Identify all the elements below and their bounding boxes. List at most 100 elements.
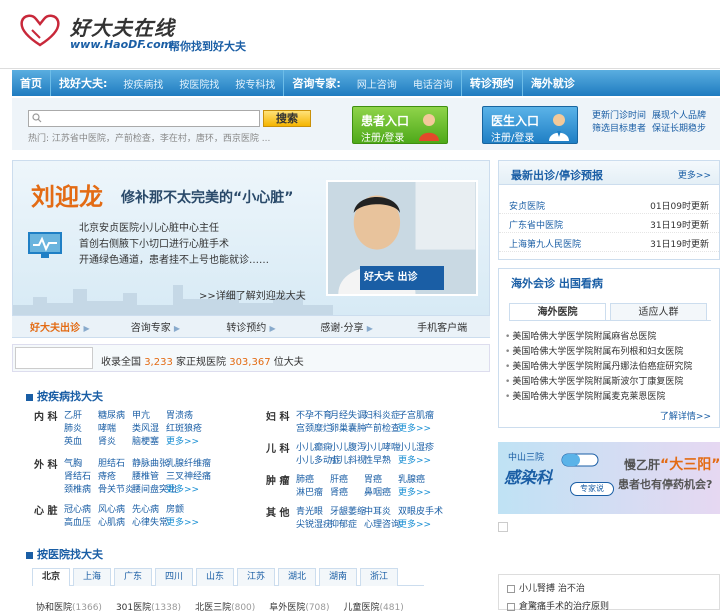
more-link[interactable]: 更多>> [398,453,431,466]
doctor-photo[interactable]: 好大夫 出诊 [326,180,478,296]
schedule-row[interactable]: 上海第九人民医院 31日19时更新 [499,233,719,252]
disease-link[interactable]: 乙肝 [64,408,82,421]
tab-consult[interactable]: 咨询专家 ▶ [108,319,204,334]
nav-home[interactable]: 首页 [12,75,50,91]
disease-link[interactable]: 小儿哮喘 [364,440,400,453]
overseas-hospital-item[interactable]: • 美国哈佛大学医学院附属麻省总医院 [505,329,656,342]
disease-link[interactable]: 先心病 [132,502,159,515]
disease-link[interactable]: 房颤 [166,502,184,515]
disease-link[interactable]: 妇科炎症 [364,408,400,421]
disease-link[interactable]: 胆结石 [98,456,125,469]
disease-link[interactable]: 卵巢囊肿 [330,421,366,434]
overseas-hospital-item[interactable]: • 美国哈佛大学医学院附属斯波尔丁康复医院 [505,374,683,387]
province-tab[interactable]: 浙江 [360,568,398,586]
search-button[interactable]: 搜索 [263,110,311,127]
disease-link[interactable]: 小儿癫痫 [296,440,332,453]
disease-link[interactable]: 静脉曲张 [132,456,168,469]
disease-link[interactable]: 痔疮 [98,469,116,482]
disease-link[interactable]: 哮喘 [98,421,116,434]
schedule-row[interactable]: 安贞医院 01日09时更新 [499,195,719,214]
disease-link[interactable]: 牙龈萎缩 [330,504,366,517]
province-tab[interactable]: 四川 [155,568,193,586]
hospital-link[interactable]: 北医三院(800) [195,603,255,613]
disease-link[interactable]: 风心病 [98,502,125,515]
more-link[interactable]: 更多>> [398,421,431,434]
disease-link[interactable]: 气胸 [64,456,82,469]
hot-searches[interactable]: 热门: 江苏省中医院，产前检查，李在村，唐环，西京医院 ... [28,131,270,144]
disease-link[interactable]: 小儿腹泻 [330,440,366,453]
nav-by-dept[interactable]: 按专科找 [227,76,283,91]
tab-transfer[interactable]: 转诊预约 ▶ [203,319,299,334]
nav-by-hospital[interactable]: 按医院找 [171,76,227,91]
disease-link[interactable]: 子宫肌瘤 [398,408,434,421]
province-tab[interactable]: 湖南 [319,568,357,586]
province-tab[interactable]: 山东 [196,568,234,586]
disease-link[interactable]: 中耳炎 [364,504,391,517]
disease-link[interactable]: 月经失调 [330,408,366,421]
doctor-entry-button[interactable]: 医生入口 注册/登录 [482,106,578,144]
more-link[interactable]: 更多>> [398,485,431,498]
disease-link[interactable]: 高血压 [64,515,91,528]
learn-more-link[interactable]: 了解详情>> [660,409,711,422]
disease-link[interactable]: 心理咨询 [364,517,400,530]
schedule-row[interactable]: 广东省中医院 31日19时更新 [499,214,719,233]
disease-link[interactable]: 青光眼 [296,504,323,517]
disease-link[interactable]: 肾结石 [64,469,91,482]
patient-entry-button[interactable]: 患者入口 注册/登录 [352,106,448,144]
overseas-hospital-item[interactable]: • 美国哈佛大学医学院附属麦克莱恩医院 [505,389,665,402]
hospital-link[interactable]: 301医院(1338) [116,603,181,613]
disease-link[interactable]: 乳腺纤维瘤 [166,456,211,469]
hospital-link[interactable]: 阜外医院(708) [269,603,329,613]
disease-link[interactable]: 小儿斜视 [330,453,366,466]
disease-link[interactable]: 鼻咽癌 [364,485,391,498]
disease-link[interactable]: 小儿湿疹 [398,440,434,453]
tab-overseas-hospital[interactable]: 海外医院 [509,303,606,320]
tab-mobile[interactable]: 手机客户端 [394,319,490,334]
province-tab[interactable]: 江苏 [237,568,275,586]
overseas-hospital-item[interactable]: • 美国哈佛大学医学院附属丹娜法伯癌症研究院 [505,359,692,372]
disease-link[interactable]: 性早熟 [364,453,391,466]
hospital-link[interactable]: 儿童医院(481) [344,603,404,613]
more-link[interactable]: 更多>> [398,517,431,530]
tab-doctor-visit[interactable]: 好大夫出诊 ▶ [12,319,108,334]
disease-link[interactable]: 乳腺癌 [398,472,425,485]
disease-link[interactable]: 淋巴瘤 [296,485,323,498]
disease-link[interactable]: 肾炎 [98,434,116,447]
search-input[interactable] [28,110,260,127]
overseas-hospital-item[interactable]: • 美国哈佛大学医学院附属布列根和妇女医院 [505,344,683,357]
disease-link[interactable]: 胃溃疡 [166,408,193,421]
disease-link[interactable]: 糖尿病 [98,408,125,421]
disease-link[interactable]: 肺炎 [64,421,82,434]
disease-link[interactable]: 尖锐湿疣 [296,517,332,530]
quick-link[interactable]: 展现个人品牌 [652,110,712,123]
disease-link[interactable]: 三叉神经痛 [166,469,211,482]
nav-online-consult[interactable]: 网上咨询 [349,76,405,91]
disease-link[interactable]: 肺癌 [296,472,314,485]
disease-link[interactable]: 胃癌 [364,472,382,485]
article-item[interactable]: 倉驚痛手术的治疗原则 [507,599,609,612]
nav-transfer[interactable]: 转诊预约 [462,75,522,91]
disease-link[interactable]: 甲亢 [132,408,150,421]
quick-link[interactable]: 保证长期稳步 [652,123,712,136]
disease-link[interactable]: 肝癌 [330,472,348,485]
disease-link[interactable]: 颈椎病 [64,482,91,495]
tab-thanks[interactable]: 感谢·分享 ▶ [299,319,395,334]
nav-overseas[interactable]: 海外就诊 [523,75,583,91]
disease-link[interactable]: 红斑狼疮 [166,421,202,434]
banner-more-link[interactable]: >>详细了解刘迎龙大夫 [199,287,306,302]
more-link[interactable]: 更多>> [166,482,199,495]
province-tab[interactable]: 北京 [32,568,70,586]
province-tab[interactable]: 湖北 [278,568,316,586]
disease-link[interactable]: 冠心病 [64,502,91,515]
disease-link[interactable]: 不孕不育 [296,408,332,421]
tab-suitable-people[interactable]: 适应人群 [610,303,707,320]
disease-link[interactable]: 双眼皮手术 [398,504,443,517]
article-item[interactable]: 小儿腎搏 治不治 [507,581,585,594]
disease-link[interactable]: 腰椎管 [132,469,159,482]
province-tab[interactable]: 上海 [73,568,111,586]
disease-link[interactable]: 抑郁症 [330,517,357,530]
disease-link[interactable]: 脑梗塞 [132,434,159,447]
quick-link[interactable]: 更新门诊时间 [592,110,652,123]
quick-link[interactable]: 筛选目标患者 [592,123,652,136]
disease-link[interactable]: 类风湿 [132,421,159,434]
